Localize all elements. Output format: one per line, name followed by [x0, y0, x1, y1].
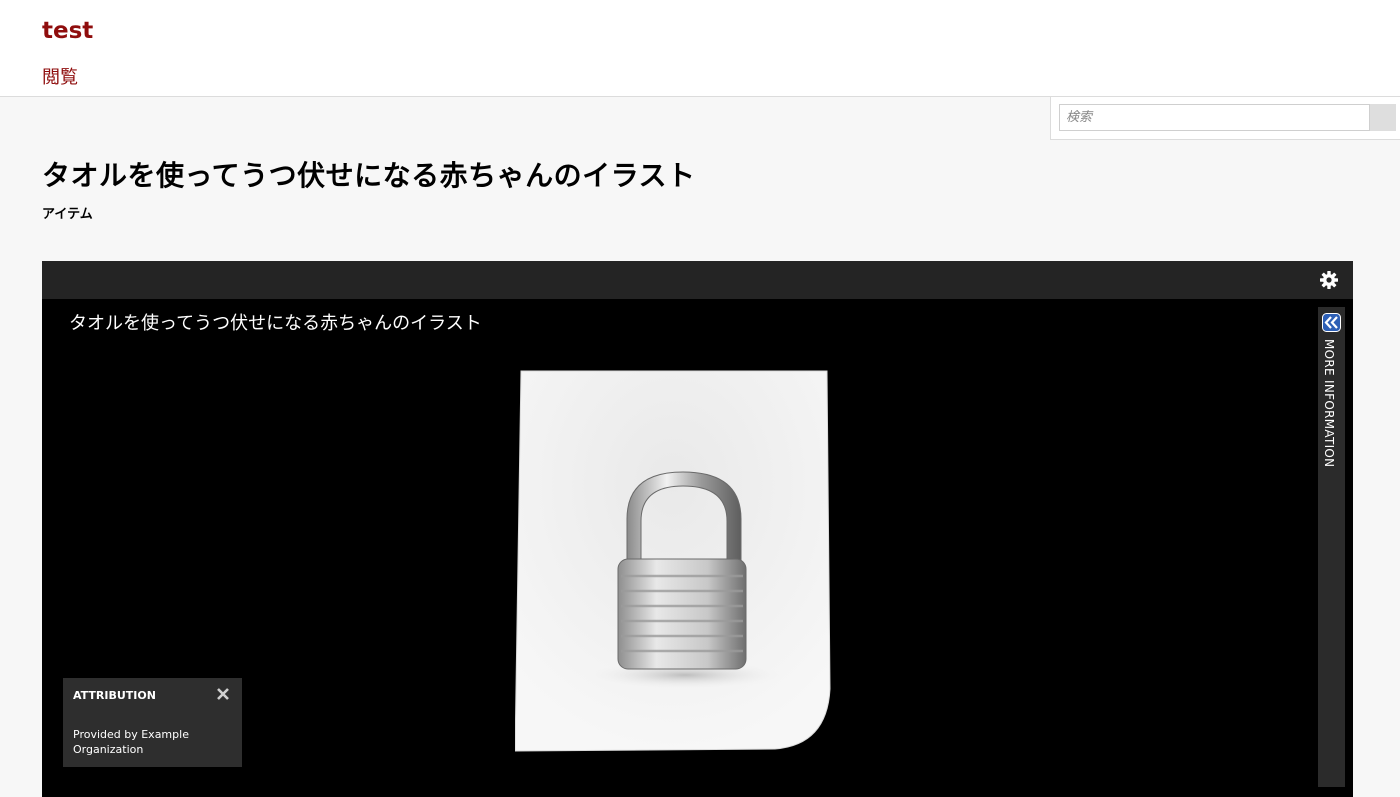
search-box	[1050, 97, 1400, 140]
more-information-label: MORE INFORMATION	[1322, 339, 1336, 468]
attribution-title: ATTRIBUTION	[73, 689, 156, 702]
viewer-toolbar	[42, 261, 1353, 299]
locked-document-icon	[515, 370, 831, 752]
canvas-label: タオルを使ってうつ伏せになる赤ちゃんのイラスト	[69, 313, 482, 334]
gear-icon[interactable]	[1319, 270, 1339, 290]
nav-browse-link[interactable]: 閲覧	[42, 63, 78, 89]
site-title-link[interactable]: test	[42, 18, 93, 44]
more-information-panel[interactable]: MORE INFORMATION	[1318, 307, 1345, 787]
attribution-panel: ATTRIBUTION Provided by Example Organiza…	[63, 678, 242, 767]
chevron-left-double-icon[interactable]	[1322, 313, 1341, 332]
search-input[interactable]	[1059, 104, 1370, 131]
item-type-label: アイテム	[42, 207, 93, 222]
search-button[interactable]	[1370, 104, 1396, 131]
close-icon[interactable]	[216, 687, 230, 701]
attribution-text: Provided by Example Organization	[73, 728, 189, 756]
image-viewer: タオルを使ってうつ伏せになる赤ちゃんのイラスト MORE INFORMATION…	[42, 261, 1353, 797]
page-title: タオルを使ってうつ伏せになる赤ちゃんのイラスト	[42, 159, 696, 192]
site-header: test 閲覧	[0, 0, 1400, 97]
